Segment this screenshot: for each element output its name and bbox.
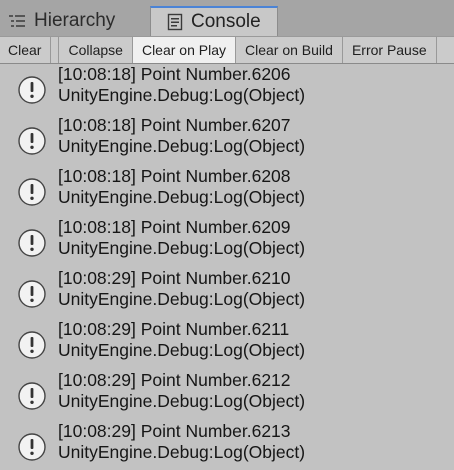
log-message: [10:08:29] Point Number.6211 UnityEngine… [58, 319, 305, 361]
tab-strip: Hierarchy Console [0, 0, 454, 36]
clear-button[interactable]: Clear [0, 37, 52, 63]
log-stack-line: UnityEngine.Debug:Log(Object) [58, 238, 306, 258]
log-list[interactable]: [10:08:18] Point Number.6206 UnityEngine… [0, 64, 454, 470]
log-entry[interactable]: [10:08:29] Point Number.6211 UnityEngine… [0, 319, 454, 370]
log-message-line: [10:08:29] Point Number.6213 [58, 421, 291, 441]
log-stack-line: UnityEngine.Debug:Log(Object) [58, 85, 306, 105]
clear-on-play-toggle[interactable]: Clear on Play [132, 37, 236, 63]
info-icon [17, 75, 47, 105]
log-message: [10:08:18] Point Number.6209 UnityEngine… [58, 217, 305, 259]
info-icon [17, 279, 47, 309]
log-entry[interactable]: [10:08:18] Point Number.6207 UnityEngine… [0, 115, 454, 166]
log-stack-line: UnityEngine.Debug:Log(Object) [58, 391, 306, 411]
log-stack-line: UnityEngine.Debug:Log(Object) [58, 442, 306, 462]
log-entry[interactable]: [10:08:18] Point Number.6208 UnityEngine… [0, 166, 454, 217]
log-entry[interactable]: [10:08:18] Point Number.6209 UnityEngine… [0, 217, 454, 268]
log-message: [10:08:18] Point Number.6206 UnityEngine… [58, 64, 305, 106]
info-icon [17, 228, 47, 258]
log-stack-line: UnityEngine.Debug:Log(Object) [58, 289, 306, 309]
log-stack-line: UnityEngine.Debug:Log(Object) [58, 136, 306, 156]
log-message-line: [10:08:18] Point Number.6208 [58, 166, 291, 186]
tab-console[interactable]: Console [150, 6, 278, 36]
log-entry[interactable]: [10:08:29] Point Number.6212 UnityEngine… [0, 370, 454, 421]
log-entry[interactable]: [10:08:29] Point Number.6213 UnityEngine… [0, 421, 454, 470]
console-icon [167, 13, 183, 31]
tab-hierarchy[interactable]: Hierarchy [8, 6, 144, 36]
log-entry[interactable]: [10:08:18] Point Number.6206 UnityEngine… [0, 64, 454, 115]
log-message-line: [10:08:18] Point Number.6206 [58, 64, 291, 84]
console-toolbar: Clear Collapse Clear on Play Clear on Bu… [0, 36, 454, 64]
log-stack-line: UnityEngine.Debug:Log(Object) [58, 187, 306, 207]
log-message-line: [10:08:18] Point Number.6207 [58, 115, 291, 135]
tab-console-label: Console [191, 11, 261, 32]
info-icon [17, 381, 47, 411]
log-message: [10:08:18] Point Number.6207 UnityEngine… [58, 115, 305, 157]
log-message: [10:08:29] Point Number.6213 UnityEngine… [58, 421, 305, 463]
info-icon [17, 126, 47, 156]
log-message: [10:08:18] Point Number.6208 UnityEngine… [58, 166, 305, 208]
tab-hierarchy-label: Hierarchy [34, 10, 116, 31]
log-message-line: [10:08:29] Point Number.6212 [58, 370, 291, 390]
log-entry[interactable]: [10:08:29] Point Number.6210 UnityEngine… [0, 268, 454, 319]
error-pause-toggle[interactable]: Error Pause [342, 37, 437, 63]
clear-on-build-toggle[interactable]: Clear on Build [236, 37, 343, 63]
collapse-toggle[interactable]: Collapse [58, 37, 133, 63]
hierarchy-list-icon [8, 14, 26, 28]
info-icon [17, 177, 47, 207]
log-message: [10:08:29] Point Number.6210 UnityEngine… [58, 268, 305, 310]
log-message: [10:08:29] Point Number.6212 UnityEngine… [58, 370, 305, 412]
log-stack-line: UnityEngine.Debug:Log(Object) [58, 340, 306, 360]
log-message-line: [10:08:18] Point Number.6209 [58, 217, 291, 237]
log-message-line: [10:08:29] Point Number.6210 [58, 268, 291, 288]
unity-editor-panel: Hierarchy Console Clear Collapse Clear o… [0, 0, 454, 470]
info-icon [17, 330, 47, 360]
info-icon [17, 432, 47, 462]
log-message-line: [10:08:29] Point Number.6211 [58, 319, 290, 339]
